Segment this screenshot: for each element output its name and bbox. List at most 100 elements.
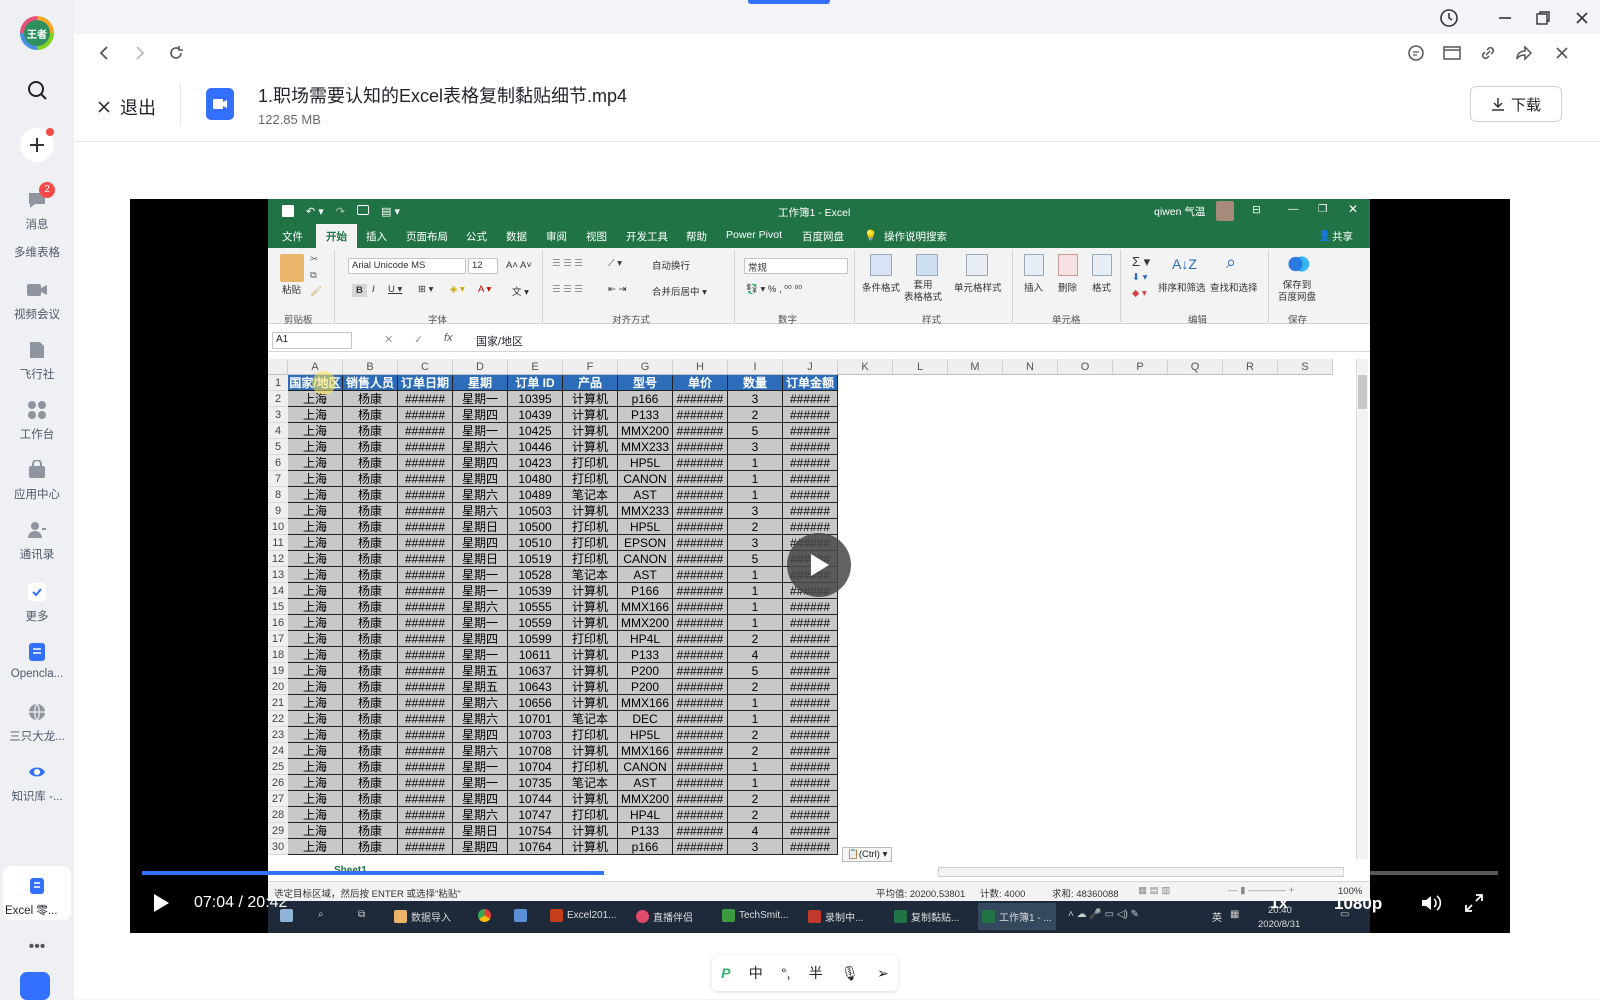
table-cell[interactable]: ###### xyxy=(398,615,453,631)
table-cell[interactable]: 计算机 xyxy=(563,503,618,519)
column-header[interactable]: K xyxy=(838,359,893,375)
table-cell[interactable]: ###### xyxy=(783,791,838,807)
row-number[interactable]: 4 xyxy=(268,423,288,439)
close-icon[interactable]: ✕ xyxy=(1348,202,1358,216)
table-cell[interactable]: 10480 xyxy=(508,471,563,487)
row-number[interactable]: 28 xyxy=(268,807,288,823)
table-cell[interactable]: P133 xyxy=(618,647,673,663)
column-header[interactable]: Q xyxy=(1168,359,1223,375)
table-cell[interactable]: 杨康 xyxy=(343,407,398,423)
table-cell[interactable]: ####### xyxy=(673,391,728,407)
table-cell[interactable]: ###### xyxy=(783,455,838,471)
table-cell[interactable]: 笔记本 xyxy=(563,711,618,727)
table-cell[interactable]: 打印机 xyxy=(563,455,618,471)
tab-page-layout[interactable]: 页面布局 xyxy=(406,229,448,244)
find-select-label[interactable]: 查找和选择 xyxy=(1210,280,1258,294)
table-cell[interactable]: ####### xyxy=(673,791,728,807)
table-cell[interactable]: 2 xyxy=(728,407,783,423)
table-cell[interactable]: 3 xyxy=(728,391,783,407)
table-cell[interactable]: 星期四 xyxy=(453,471,508,487)
speed-button[interactable]: 1x xyxy=(1270,895,1288,913)
video-player[interactable]: ↶ ▾ ↷ ▤ ▾ 工作簿1 - Excel qiwen 气温 ⊟ — ❐ ✕ … xyxy=(130,199,1510,933)
table-cell[interactable]: 计算机 xyxy=(563,695,618,711)
table-cell[interactable]: MMX166 xyxy=(618,599,673,615)
table-cell[interactable]: 杨康 xyxy=(343,423,398,439)
table-cell[interactable]: 计算机 xyxy=(563,423,618,439)
name-box[interactable]: A1 xyxy=(272,332,352,349)
row-number[interactable]: 16 xyxy=(268,615,288,631)
paste-options-button[interactable]: 📋(Ctrl) ▾ xyxy=(842,847,893,862)
avatar[interactable]: 王者 xyxy=(0,16,74,50)
sidebar-item-more[interactable]: 更多 xyxy=(0,578,74,624)
autosum-icon[interactable]: Σ ▾ xyxy=(1132,254,1150,270)
table-cell[interactable]: ###### xyxy=(783,615,838,631)
table-cell[interactable]: ###### xyxy=(398,823,453,839)
table-cell[interactable]: 1 xyxy=(728,583,783,599)
orientation-icon[interactable]: ⟋ ▾ xyxy=(608,258,622,269)
table-cell[interactable]: 星期六 xyxy=(453,487,508,503)
table-cell[interactable]: 上海 xyxy=(288,807,343,823)
table-cell[interactable]: 上海 xyxy=(288,663,343,679)
table-cell[interactable]: 1 xyxy=(728,759,783,775)
column-header[interactable]: E xyxy=(508,359,563,375)
app-launcher-icon[interactable] xyxy=(20,972,50,1000)
table-cell[interactable]: 打印机 xyxy=(563,807,618,823)
table-cell[interactable]: MMX200 xyxy=(618,791,673,807)
table-cell[interactable]: 1 xyxy=(728,455,783,471)
table-cell[interactable]: ####### xyxy=(673,807,728,823)
ribbon-display-icon[interactable]: ⊟ xyxy=(1252,204,1261,216)
table-cell[interactable]: 上海 xyxy=(288,551,343,567)
clear-icon[interactable]: ◆ ▾ xyxy=(1132,288,1147,299)
tab-insert[interactable]: 插入 xyxy=(366,229,387,244)
row-number[interactable]: 5 xyxy=(268,439,288,455)
add-button[interactable] xyxy=(0,128,74,162)
table-cell[interactable]: ###### xyxy=(398,567,453,583)
column-header[interactable]: N xyxy=(1003,359,1058,375)
table-cell[interactable]: ###### xyxy=(398,487,453,503)
table-cell[interactable]: 10656 xyxy=(508,695,563,711)
sidebar-item-messages[interactable]: 2 消息 xyxy=(0,182,74,232)
table-cell[interactable]: 10747 xyxy=(508,807,563,823)
table-cell[interactable]: 1 xyxy=(728,471,783,487)
table-cell[interactable]: 1 xyxy=(728,711,783,727)
table-cell[interactable]: 上海 xyxy=(288,695,343,711)
table-cell[interactable]: 星期六 xyxy=(453,807,508,823)
row-number[interactable]: 23 xyxy=(268,727,288,743)
table-cell[interactable]: ###### xyxy=(398,791,453,807)
table-cell[interactable]: ###### xyxy=(783,743,838,759)
link-icon[interactable] xyxy=(1476,41,1500,65)
column-header[interactable]: C xyxy=(398,359,453,375)
table-cell[interactable]: ###### xyxy=(783,807,838,823)
table-cell[interactable]: ####### xyxy=(673,407,728,423)
row-number[interactable]: 26 xyxy=(268,775,288,791)
table-cell[interactable]: P133 xyxy=(618,823,673,839)
table-cell[interactable]: 上海 xyxy=(288,775,343,791)
column-header[interactable]: D xyxy=(453,359,508,375)
table-cell[interactable]: 上海 xyxy=(288,727,343,743)
table-cell[interactable]: ###### xyxy=(398,599,453,615)
align-top-icon[interactable]: ☰ ☰ ☰ xyxy=(552,258,583,269)
table-cell[interactable]: 上海 xyxy=(288,423,343,439)
column-header[interactable]: R xyxy=(1223,359,1278,375)
table-cell[interactable]: 4 xyxy=(728,823,783,839)
table-cell[interactable]: ###### xyxy=(398,391,453,407)
align-left-icon[interactable]: ☰ ☰ ☰ xyxy=(552,284,583,295)
table-cell[interactable]: 1 xyxy=(728,615,783,631)
ime-chinese-toggle[interactable]: 中 xyxy=(749,963,763,983)
table-cell[interactable]: ###### xyxy=(783,599,838,615)
table-cell[interactable]: 笔记本 xyxy=(563,775,618,791)
table-cell[interactable]: 5 xyxy=(728,551,783,567)
table-cell[interactable]: 杨康 xyxy=(343,503,398,519)
table-cell[interactable]: ####### xyxy=(673,839,728,855)
table-cell[interactable]: ###### xyxy=(783,823,838,839)
table-cell[interactable]: P166 xyxy=(618,583,673,599)
table-cell[interactable]: 杨康 xyxy=(343,391,398,407)
column-header[interactable]: S xyxy=(1278,359,1333,375)
table-cell[interactable]: ###### xyxy=(398,519,453,535)
delete-cells-icon[interactable] xyxy=(1058,254,1078,276)
comment-icon[interactable] xyxy=(1404,41,1428,65)
close-window-icon[interactable] xyxy=(1567,6,1597,30)
paste-icon[interactable] xyxy=(280,254,304,282)
bold-button[interactable]: B xyxy=(352,284,367,297)
table-cell[interactable]: 杨康 xyxy=(343,839,398,855)
